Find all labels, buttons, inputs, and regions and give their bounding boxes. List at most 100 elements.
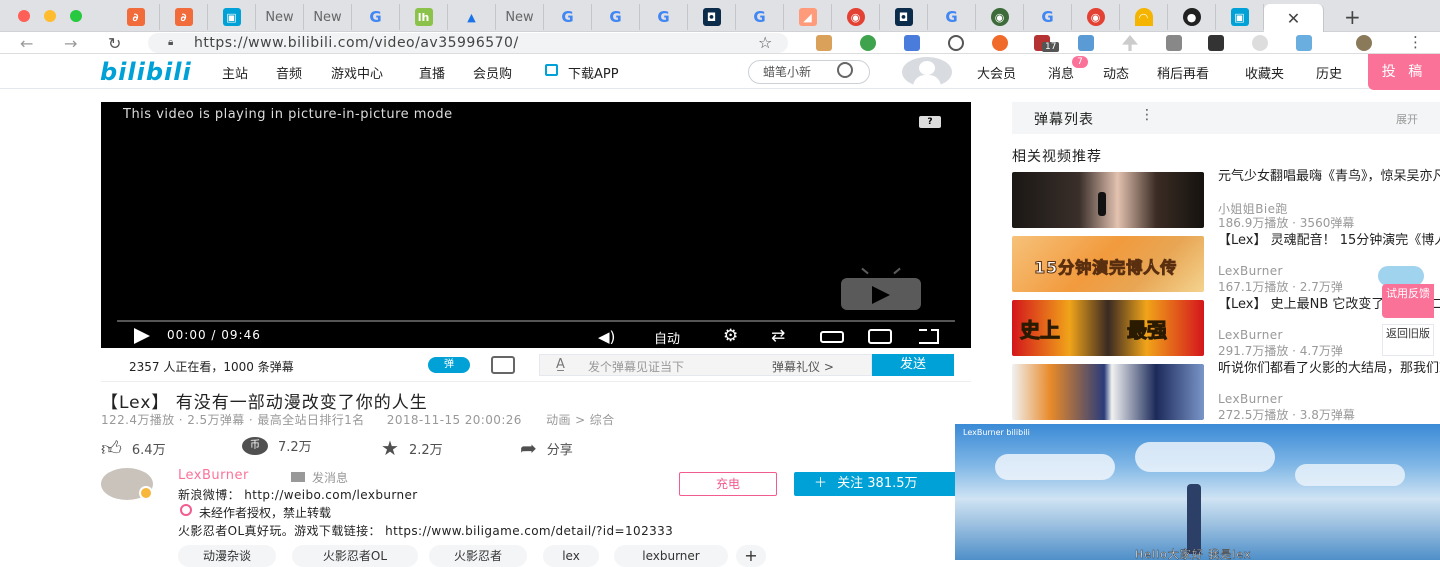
- favorite-button[interactable]: ★ 2.2万: [381, 436, 443, 460]
- related-thumbnail[interactable]: 15分钟演完博人传: [1012, 236, 1204, 292]
- quality-selector[interactable]: 自动: [654, 328, 680, 347]
- fullscreen-icon[interactable]: [919, 329, 939, 344]
- browser-tab[interactable]: ∂: [160, 4, 208, 30]
- browser-tab[interactable]: lh: [400, 4, 448, 30]
- danmaku-style-icon[interactable]: A̲: [556, 357, 565, 372]
- browser-tab[interactable]: ◘: [688, 4, 736, 30]
- nav-live[interactable]: 直播: [419, 63, 445, 82]
- coin-button[interactable]: 币 7.2万: [242, 436, 312, 455]
- search-input[interactable]: 蜡笔小新: [748, 60, 870, 84]
- loop-icon[interactable]: ⇄: [771, 326, 785, 346]
- browser-tab[interactable]: New: [256, 4, 304, 30]
- nav-audio[interactable]: 音频: [276, 63, 302, 82]
- nav-watch-later[interactable]: 稍后再看: [1157, 63, 1209, 82]
- browser-tab[interactable]: G: [592, 4, 640, 30]
- upload-button[interactable]: 投 稿: [1368, 54, 1440, 90]
- browser-tab[interactable]: ◠: [1120, 4, 1168, 30]
- close-window-button[interactable]: [18, 10, 30, 22]
- follow-button[interactable]: ＋ 关注 381.5万: [794, 472, 961, 496]
- browser-tab[interactable]: ◉: [976, 4, 1024, 30]
- browser-tab[interactable]: New: [496, 4, 544, 30]
- browser-tab[interactable]: ●: [1168, 4, 1216, 30]
- browser-tab[interactable]: ◉: [832, 4, 880, 30]
- profile-avatar[interactable]: [1356, 35, 1372, 51]
- close-tab-icon[interactable]: ✕: [1287, 9, 1300, 28]
- browser-tab[interactable]: ◉: [1072, 4, 1120, 30]
- minimize-window-button[interactable]: [44, 10, 56, 22]
- mascot-icon[interactable]: [1378, 266, 1424, 286]
- browser-tab[interactable]: ◢: [784, 4, 832, 30]
- charge-button[interactable]: 充电: [679, 472, 777, 496]
- menu-dots-icon[interactable]: ⋮: [1408, 33, 1423, 51]
- settings-gear-icon[interactable]: ⚙: [723, 326, 738, 346]
- old-version-button[interactable]: 返回旧版: [1382, 324, 1434, 356]
- browser-tab[interactable]: ▲: [448, 4, 496, 30]
- related-video[interactable]: 史上 最强 【Lex】 史上最NB 它改变了中国的“二次元” LexBurner…: [1012, 297, 1440, 358]
- nav-favorites[interactable]: 收藏夹: [1245, 63, 1284, 82]
- tag[interactable]: lex: [543, 545, 599, 567]
- pip-window[interactable]: LexBurner bilibili Hello大家好 我是lex: [955, 424, 1440, 560]
- nav-download-app[interactable]: 下载APP: [568, 63, 619, 82]
- screen-extension-icon[interactable]: [1296, 35, 1312, 51]
- danmaku-input[interactable]: A̲ 发个弹幕见证当下 弹幕礼仪 >: [539, 354, 872, 376]
- user-avatar[interactable]: [902, 57, 952, 87]
- web-fullscreen-icon[interactable]: [868, 329, 892, 344]
- like-button[interactable]: 👍︎ 6.4万: [101, 436, 166, 461]
- tag[interactable]: 火影忍者: [429, 545, 527, 567]
- evernote-extension-icon[interactable]: [860, 35, 876, 51]
- blue-extension-icon[interactable]: [1078, 35, 1094, 51]
- help-icon[interactable]: ?: [919, 116, 941, 128]
- dark-camera-extension-icon[interactable]: [1208, 35, 1224, 51]
- related-video[interactable]: 元气少女翻唱最嗨《青鸟》，惊呆吴亦凡，日语出 小姐姐Bie跑 186.9万播放 …: [1012, 169, 1440, 230]
- related-thumbnail[interactable]: [1012, 172, 1204, 228]
- send-danmaku-button[interactable]: 发送: [872, 354, 954, 376]
- nav-dynamics[interactable]: 动态: [1103, 63, 1129, 82]
- browser-tab[interactable]: G: [640, 4, 688, 30]
- related-title[interactable]: 元气少女翻唱最嗨《青鸟》，惊呆吴亦凡，日语出: [1218, 168, 1440, 186]
- related-uploader[interactable]: LexBurner: [1218, 328, 1283, 342]
- arrow-extension-icon[interactable]: [1122, 35, 1138, 51]
- progress-bar[interactable]: [117, 320, 955, 322]
- category-breadcrumb[interactable]: 动画 > 综合: [546, 413, 614, 427]
- bookmark-star-icon[interactable]: ☆: [758, 33, 772, 52]
- danmaku-etiquette-link[interactable]: 弹幕礼仪 >: [772, 358, 834, 375]
- browser-tab[interactable]: New: [304, 4, 352, 30]
- nav-main[interactable]: 主站: [222, 63, 248, 82]
- danmaku-settings-icon[interactable]: [491, 356, 515, 374]
- browser-tab[interactable]: ◘: [880, 4, 928, 30]
- maximize-window-button[interactable]: [70, 10, 82, 22]
- forward-arrow-icon[interactable]: →: [64, 34, 77, 53]
- browser-tab[interactable]: G: [352, 4, 400, 30]
- browser-tab[interactable]: G: [544, 4, 592, 30]
- info-extension-icon[interactable]: [948, 35, 964, 51]
- address-bar[interactable]: 🔒︎ https://www.bilibili.com/video/av3599…: [148, 33, 788, 53]
- browser-tab[interactable]: ▣: [208, 4, 256, 30]
- browser-tab[interactable]: G: [1024, 4, 1072, 30]
- more-dots-icon[interactable]: ⋮: [1140, 107, 1154, 123]
- browser-tab[interactable]: G: [736, 4, 784, 30]
- reload-icon[interactable]: ↻: [108, 34, 121, 53]
- extension-icon[interactable]: [816, 35, 832, 51]
- tag[interactable]: 火影忍者OL: [292, 545, 418, 567]
- nav-game-center[interactable]: 游戏中心: [331, 63, 383, 82]
- browser-tab[interactable]: ▣: [1216, 4, 1264, 30]
- add-tag-button[interactable]: +: [736, 545, 766, 567]
- expand-button[interactable]: 展开: [1396, 111, 1418, 127]
- widescreen-icon[interactable]: [820, 331, 844, 343]
- related-thumbnail[interactable]: 史上 最强: [1012, 300, 1204, 356]
- related-thumbnail[interactable]: [1012, 364, 1204, 420]
- bilibili-logo[interactable]: bilibili: [100, 58, 192, 86]
- related-video[interactable]: 15分钟演完博人传 【Lex】 灵魂配音！ 15分钟演完《博人传》P1 LexB…: [1012, 233, 1440, 294]
- translate-extension-icon[interactable]: [904, 35, 920, 51]
- related-title[interactable]: 【Lex】 灵魂配音！ 15分钟演完《博人传》P1: [1218, 232, 1440, 250]
- nav-vip[interactable]: 大会员: [977, 63, 1016, 82]
- nav-messages[interactable]: 消息: [1048, 63, 1074, 82]
- new-tab-icon[interactable]: +: [1344, 5, 1361, 29]
- send-message-link[interactable]: 发消息: [312, 469, 348, 486]
- browser-tab[interactable]: ∂: [112, 4, 160, 30]
- tag[interactable]: 动漫杂谈: [178, 545, 276, 567]
- search-icon[interactable]: [837, 62, 853, 78]
- related-title[interactable]: 听说你们都看了火影的大结局，那我们就一起来愉快的: [1218, 360, 1440, 378]
- nav-history[interactable]: 历史: [1316, 63, 1342, 82]
- related-video[interactable]: 听说你们都看了火影的大结局，那我们就一起来愉快的 LexBurner 272.5…: [1012, 361, 1440, 422]
